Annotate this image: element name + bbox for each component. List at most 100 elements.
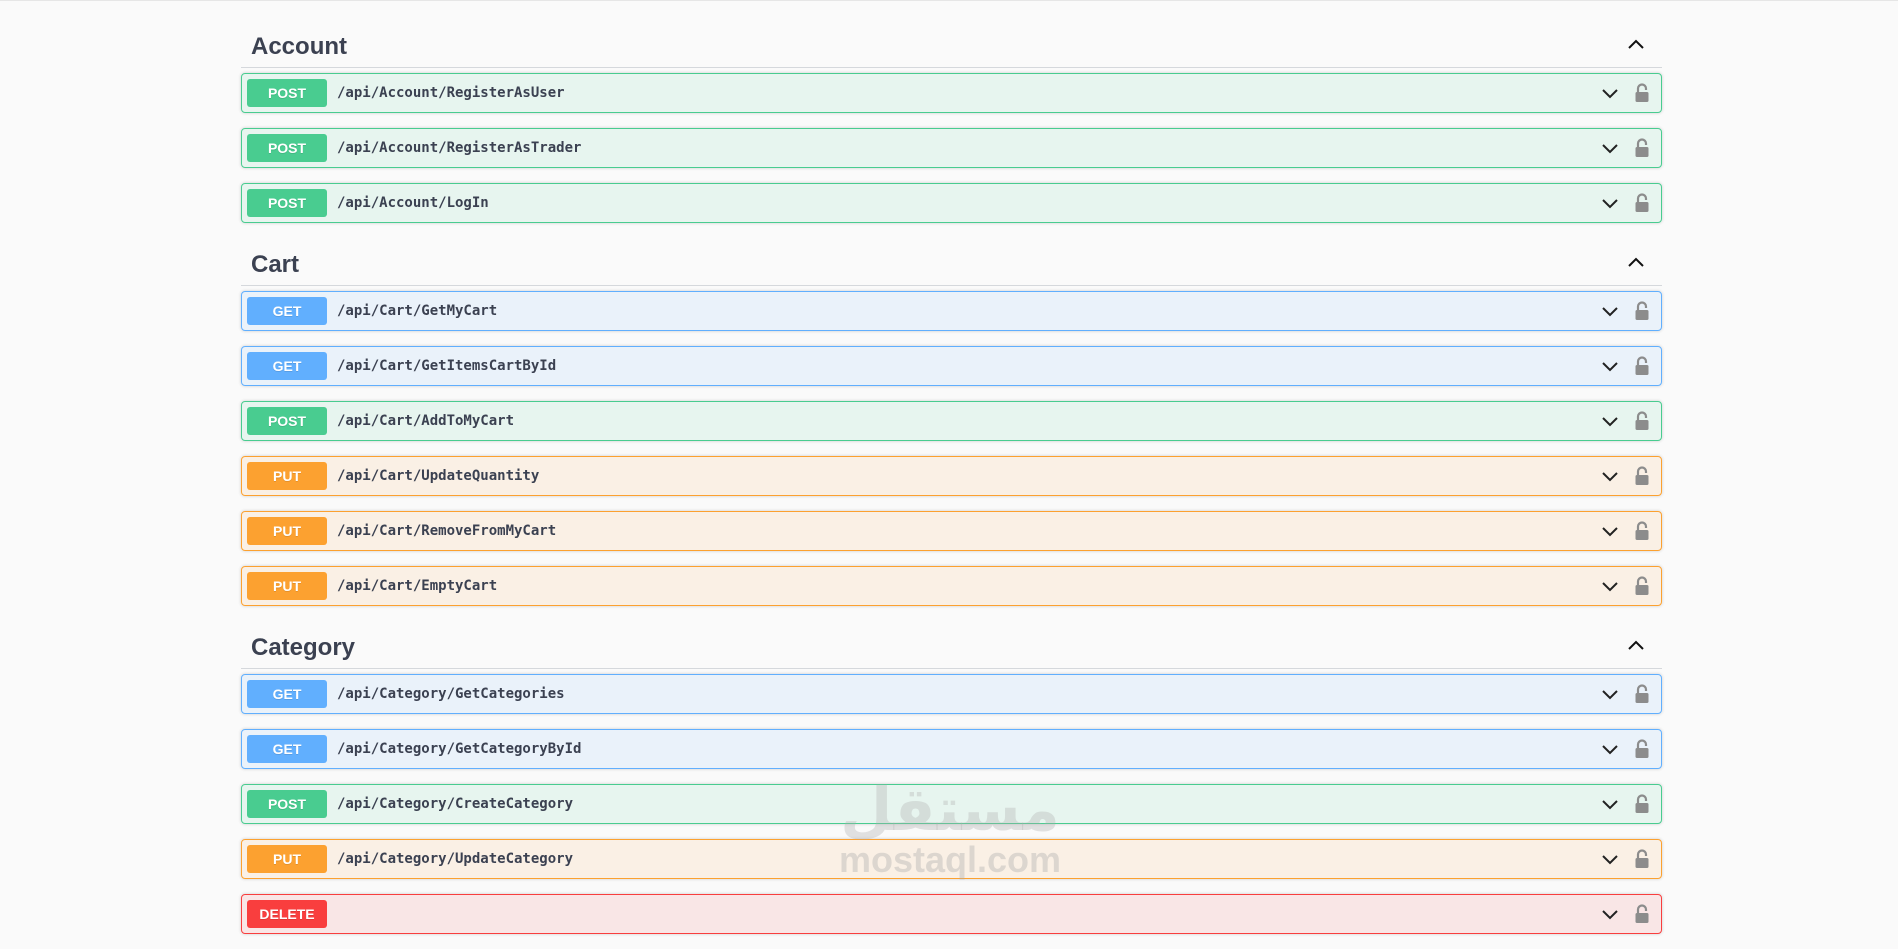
operation-path: /api/Cart/EmptyCart xyxy=(337,578,498,594)
method-badge: GET xyxy=(247,735,327,763)
lock-icon[interactable] xyxy=(1634,904,1650,924)
operations-list: POST/api/Account/RegisterAsUser POST/api/… xyxy=(241,68,1662,223)
operations-list: GET/api/Cart/GetMyCart GET/api/Cart/GetIt… xyxy=(241,286,1662,606)
method-badge: GET xyxy=(247,297,327,325)
method-badge: POST xyxy=(247,189,327,217)
method-badge: PUT xyxy=(247,462,327,490)
operation-controls xyxy=(1600,138,1650,158)
lock-icon[interactable] xyxy=(1634,466,1650,486)
operation-path: /api/Cart/AddToMyCart xyxy=(337,413,515,429)
method-badge: GET xyxy=(247,680,327,708)
chevron-down-icon[interactable] xyxy=(1600,684,1620,704)
chevron-down-icon[interactable] xyxy=(1600,739,1620,759)
operation-path: /api/Cart/GetItemsCartById xyxy=(337,358,557,374)
method-badge: POST xyxy=(247,134,327,162)
operation-controls xyxy=(1600,411,1650,431)
operation-controls xyxy=(1600,576,1650,596)
lock-icon[interactable] xyxy=(1634,138,1650,158)
operation-row[interactable]: GET/api/Category/GetCategories xyxy=(241,674,1662,714)
operation-path: /api/Category/GetCategories xyxy=(337,686,565,702)
chevron-down-icon[interactable] xyxy=(1600,301,1620,321)
top-divider xyxy=(0,0,1898,1)
chevron-down-icon[interactable] xyxy=(1600,576,1620,596)
lock-icon[interactable] xyxy=(1634,356,1650,376)
method-badge: PUT xyxy=(247,572,327,600)
method-badge: POST xyxy=(247,790,327,818)
operations-list: GET/api/Category/GetCategories GET/api/Ca… xyxy=(241,669,1662,934)
section-title: Cart xyxy=(251,250,300,278)
method-badge: POST xyxy=(247,79,327,107)
operation-controls xyxy=(1600,83,1650,103)
operation-path: /api/Category/CreateCategory xyxy=(337,796,574,812)
operation-row[interactable]: POST/api/Account/RegisterAsTrader xyxy=(241,128,1662,168)
chevron-down-icon[interactable] xyxy=(1600,849,1620,869)
chevron-down-icon[interactable] xyxy=(1600,193,1620,213)
operation-path: /api/Category/GetCategoryById xyxy=(337,741,582,757)
chevron-down-icon[interactable] xyxy=(1600,904,1620,924)
chevron-down-icon[interactable] xyxy=(1600,138,1620,158)
operation-path: /api/Account/RegisterAsTrader xyxy=(337,140,582,156)
lock-icon[interactable] xyxy=(1634,794,1650,814)
section-title: Category xyxy=(251,633,356,661)
chevron-down-icon[interactable] xyxy=(1600,83,1620,103)
section-header[interactable]: Category xyxy=(241,621,1662,669)
operation-path: /api/Cart/GetMyCart xyxy=(337,303,498,319)
section-header[interactable]: Account xyxy=(241,20,1662,68)
chevron-up-icon[interactable] xyxy=(1624,633,1648,657)
chevron-up-icon[interactable] xyxy=(1624,32,1648,56)
lock-icon[interactable] xyxy=(1634,301,1650,321)
method-badge: GET xyxy=(247,352,327,380)
chevron-down-icon[interactable] xyxy=(1600,521,1620,541)
section-header[interactable]: Cart xyxy=(241,238,1662,286)
lock-icon[interactable] xyxy=(1634,83,1650,103)
operation-controls xyxy=(1600,466,1650,486)
operation-path: /api/Cart/RemoveFromMyCart xyxy=(337,523,557,539)
lock-icon[interactable] xyxy=(1634,849,1650,869)
lock-icon[interactable] xyxy=(1634,739,1650,759)
operation-path: /api/Account/RegisterAsUser xyxy=(337,85,565,101)
method-badge: POST xyxy=(247,407,327,435)
operation-controls xyxy=(1600,794,1650,814)
chevron-down-icon[interactable] xyxy=(1600,356,1620,376)
chevron-down-icon[interactable] xyxy=(1600,466,1620,486)
operation-controls xyxy=(1600,684,1650,704)
operation-path: /api/Cart/UpdateQuantity xyxy=(337,468,540,484)
lock-icon[interactable] xyxy=(1634,411,1650,431)
operation-controls xyxy=(1600,904,1650,924)
chevron-up-icon[interactable] xyxy=(1624,250,1648,274)
lock-icon[interactable] xyxy=(1634,684,1650,704)
section-cart: Cart GET/api/Cart/GetMyCart GET/api/Cart/G… xyxy=(241,238,1662,606)
operation-controls xyxy=(1600,739,1650,759)
operation-row[interactable]: GET/api/Category/GetCategoryById xyxy=(241,729,1662,769)
operation-row[interactable]: PUT/api/Cart/RemoveFromMyCart xyxy=(241,511,1662,551)
section-category: Category GET/api/Category/GetCategories GE… xyxy=(241,621,1662,934)
operation-row[interactable]: POST/api/Account/LogIn xyxy=(241,183,1662,223)
operation-controls xyxy=(1600,301,1650,321)
operation-path: /api/Category/UpdateCategory xyxy=(337,851,574,867)
operation-path: /api/Account/LogIn xyxy=(337,195,489,211)
operation-row[interactable]: GET/api/Cart/GetMyCart xyxy=(241,291,1662,331)
operation-controls xyxy=(1600,193,1650,213)
operation-row[interactable]: PUT/api/Cart/EmptyCart xyxy=(241,566,1662,606)
operation-row[interactable]: PUT/api/Cart/UpdateQuantity xyxy=(241,456,1662,496)
swagger-operations-list: Account POST/api/Account/RegisterAsUser PO… xyxy=(241,20,1662,949)
section-account: Account POST/api/Account/RegisterAsUser PO… xyxy=(241,20,1662,223)
operation-row[interactable]: GET/api/Cart/GetItemsCartById xyxy=(241,346,1662,386)
chevron-down-icon[interactable] xyxy=(1600,794,1620,814)
lock-icon[interactable] xyxy=(1634,193,1650,213)
method-badge: DELETE xyxy=(247,900,327,928)
operation-row[interactable]: POST/api/Category/CreateCategory xyxy=(241,784,1662,824)
operation-controls xyxy=(1600,521,1650,541)
method-badge: PUT xyxy=(247,845,327,873)
section-title: Account xyxy=(251,32,347,60)
operation-row[interactable]: PUT/api/Category/UpdateCategory xyxy=(241,839,1662,879)
operation-row[interactable]: POST/api/Cart/AddToMyCart xyxy=(241,401,1662,441)
operation-controls xyxy=(1600,356,1650,376)
operation-row[interactable]: DELETE xyxy=(241,894,1662,934)
lock-icon[interactable] xyxy=(1634,521,1650,541)
chevron-down-icon[interactable] xyxy=(1600,411,1620,431)
operation-controls xyxy=(1600,849,1650,869)
method-badge: PUT xyxy=(247,517,327,545)
operation-row[interactable]: POST/api/Account/RegisterAsUser xyxy=(241,73,1662,113)
lock-icon[interactable] xyxy=(1634,576,1650,596)
